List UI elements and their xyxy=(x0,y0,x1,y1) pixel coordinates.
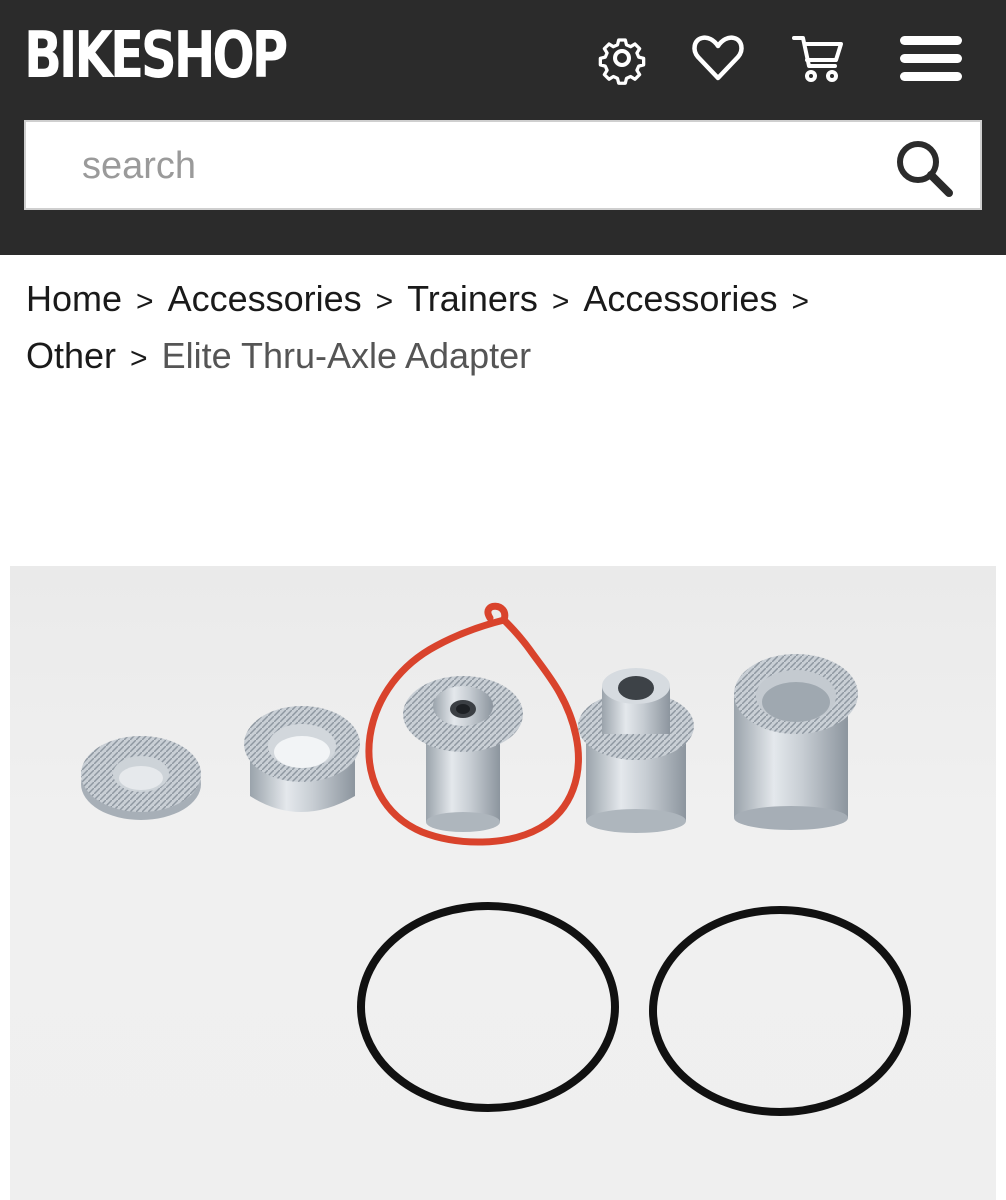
o-ring-right xyxy=(649,906,911,1116)
heart-icon xyxy=(692,35,744,81)
short-cup-part xyxy=(244,706,360,812)
breadcrumb-accessories[interactable]: Accessories xyxy=(168,278,362,319)
site-logo[interactable]: BIKESHOP xyxy=(24,18,288,94)
search-icon xyxy=(897,141,953,197)
wishlist-button[interactable] xyxy=(688,28,748,88)
circled-adapter-part xyxy=(403,676,523,832)
cart-button[interactable] xyxy=(788,28,848,88)
breadcrumb-separator: > xyxy=(375,285,394,318)
breadcrumb-other[interactable]: Other xyxy=(26,335,116,376)
settings-button[interactable] xyxy=(592,28,652,88)
breadcrumb-separator: > xyxy=(136,285,154,318)
breadcrumb-trainer-accessories[interactable]: Accessories xyxy=(583,278,777,319)
menu-button[interactable] xyxy=(896,28,966,88)
breadcrumb: Home > Accessories > Trainers > Accessories > Ot… xyxy=(26,272,986,386)
breadcrumb-separator: > xyxy=(130,342,148,375)
search-input[interactable] xyxy=(82,140,862,192)
breadcrumb-separator: > xyxy=(791,285,809,318)
search-button[interactable] xyxy=(892,136,956,200)
cart-icon xyxy=(792,36,843,82)
stepped-adapter-part xyxy=(578,668,694,833)
product-photo-illustration xyxy=(81,602,911,1116)
washer-part xyxy=(81,736,201,820)
search-bar xyxy=(24,120,982,210)
menu-icon xyxy=(900,36,962,81)
breadcrumb-trainers[interactable]: Trainers xyxy=(407,278,538,319)
o-ring-left xyxy=(357,902,619,1112)
product-image[interactable] xyxy=(10,566,996,1200)
site-header: BIKESHOP xyxy=(0,0,1006,255)
breadcrumb-home[interactable]: Home xyxy=(26,278,122,319)
gear-icon xyxy=(598,38,646,85)
breadcrumb-current-product: Elite Thru-Axle Adapter xyxy=(161,335,532,376)
breadcrumb-separator: > xyxy=(551,285,570,318)
large-sleeve-part xyxy=(734,654,858,830)
